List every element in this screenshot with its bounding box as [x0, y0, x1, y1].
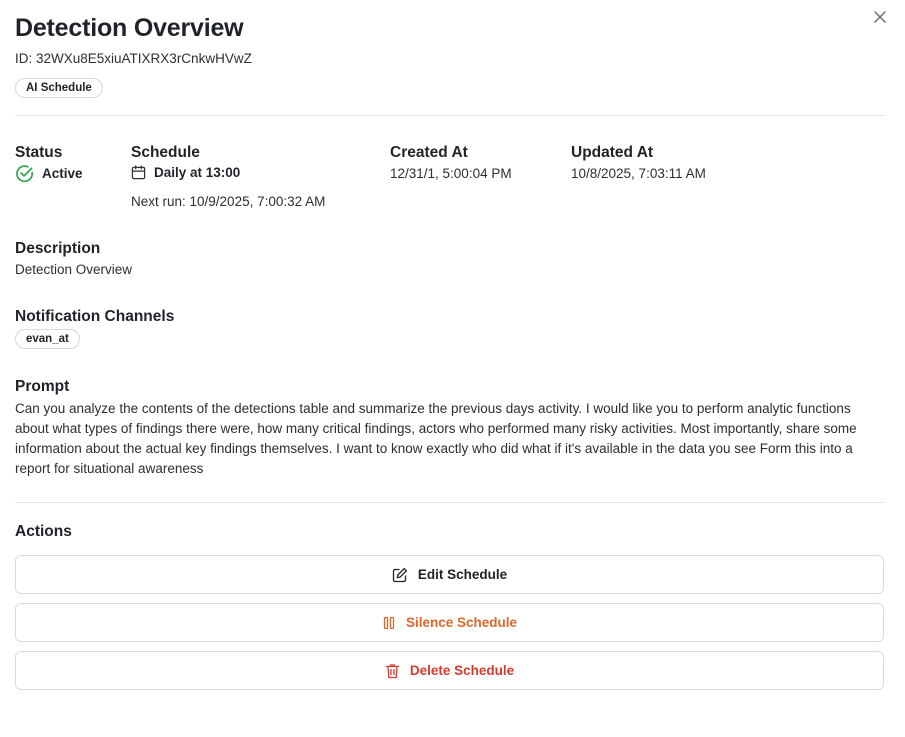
updated-at-label: Updated At	[571, 144, 654, 161]
pause-icon	[382, 616, 396, 630]
schedule-id: ID: 32WXu8E5xiuATIXRX3rCnkwHVwZ	[15, 51, 252, 66]
page-title: Detection Overview	[15, 14, 244, 42]
notification-channels-label: Notification Channels	[15, 308, 175, 325]
delete-schedule-button[interactable]: Delete Schedule	[15, 651, 884, 690]
type-badge: AI Schedule	[15, 78, 103, 98]
updated-at-value: 10/8/2025, 7:03:11 AM	[571, 166, 706, 181]
created-at-label: Created At	[390, 144, 468, 161]
check-circle-icon	[15, 164, 34, 183]
close-icon	[874, 11, 886, 23]
actions-label: Actions	[15, 523, 72, 540]
prompt-text: Can you analyze the contents of the dete…	[15, 401, 857, 476]
prompt-label: Prompt	[15, 378, 70, 395]
divider	[15, 502, 884, 503]
created-at-value: 12/31/1, 5:00:04 PM	[390, 166, 512, 181]
next-run: Next run: 10/9/2025, 7:00:32 AM	[131, 194, 326, 209]
delete-schedule-label: Delete Schedule	[409, 663, 515, 678]
silence-schedule-button[interactable]: Silence Schedule	[15, 603, 884, 642]
description-label: Description	[15, 240, 101, 257]
status-text: Active	[42, 166, 83, 181]
description-value: Detection Overview	[15, 262, 133, 277]
schedule-value: Daily at 13:00	[131, 165, 240, 180]
edit-schedule-button[interactable]: Edit Schedule	[15, 555, 884, 594]
schedule-label: Schedule	[131, 144, 200, 161]
status-label: Status	[15, 144, 63, 161]
channel-chip: evan_at	[15, 329, 80, 349]
silence-schedule-label: Silence Schedule	[405, 615, 518, 630]
schedule-detail-panel: Detection Overview ID: 32WXu8E5xiuATIXRX…	[0, 0, 905, 737]
trash-icon	[385, 663, 400, 679]
calendar-icon	[131, 165, 146, 180]
close-button[interactable]	[869, 6, 891, 28]
status-value: Active	[15, 164, 83, 183]
edit-schedule-label: Edit Schedule	[417, 567, 508, 582]
edit-icon	[392, 567, 408, 583]
schedule-text: Daily at 13:00	[154, 165, 241, 180]
divider	[15, 115, 884, 116]
